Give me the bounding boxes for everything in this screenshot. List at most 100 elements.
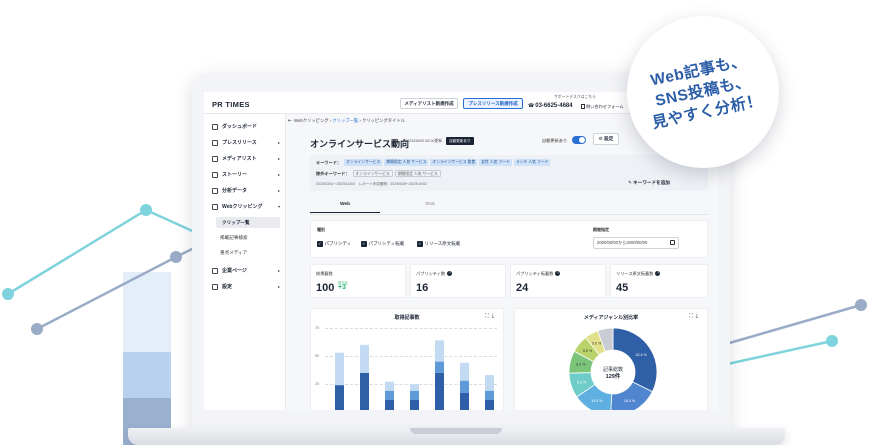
sidebar-item-press-release[interactable]: プレスリリース ▸ bbox=[212, 138, 280, 147]
sidebar-item-settings[interactable]: 設定 ▸ bbox=[212, 282, 280, 291]
add-keyword-button[interactable]: ✎ キーワードを追加 bbox=[628, 180, 670, 186]
pie-slice-label: 18.5 % bbox=[624, 399, 636, 403]
stat-label: パブリシティ転載数 bbox=[516, 271, 554, 276]
sidebar-item-analytics[interactable]: 分析データ ▸ bbox=[212, 186, 280, 195]
sidebar-item-media-list[interactable]: メディアリスト ▸ bbox=[212, 154, 280, 163]
sidebar-item-label: 設定 bbox=[222, 284, 233, 290]
create-media-list-button[interactable]: メディアリスト新規作成 bbox=[400, 98, 458, 109]
filter-panel: 種別 ✓ パブリシティ ✓ パブリシティ転載 ✓ リリース原文転載 期間指定 2000… bbox=[310, 220, 708, 258]
pie-slice bbox=[612, 327, 658, 393]
keyword-tag[interactable]: 女性 人気 フード bbox=[479, 159, 512, 166]
stat-value: 45 bbox=[616, 282, 629, 294]
stat-label: 総掲載数 bbox=[316, 271, 333, 276]
breadcrumb-clip-list[interactable]: クリップ一覧 bbox=[332, 118, 358, 123]
support-phone[interactable]: ☎03-6625-4684 bbox=[528, 103, 573, 109]
keyword-tag[interactable]: 期間限定 人気 サービス bbox=[384, 159, 429, 166]
sidebar-item-label: ダッシュボード bbox=[222, 124, 258, 130]
tab-web[interactable]: Web bbox=[310, 202, 380, 213]
gear-icon bbox=[212, 283, 218, 290]
type-filter-label: 種別 bbox=[317, 227, 325, 232]
stat-label-wrap: パブリシティ転載数? bbox=[516, 271, 561, 277]
sidebar-item-label: メディアリスト bbox=[222, 156, 257, 162]
sidebar: ダッシュボード プレスリリース ▸ メディアリスト ▸ ストーリー ▸ 分析データ ▸ … bbox=[204, 114, 286, 410]
media-list-icon bbox=[212, 155, 218, 162]
keyword-tag[interactable]: オンラインサービス 飲食 bbox=[430, 159, 478, 166]
pie-chart: 32.4 % 18.5 % 14.5 % 9.2 % 8.2 % 6.5 % 5.0 % 記事… bbox=[568, 327, 658, 410]
breadcrumb-web-clipping[interactable]: Webクリッピング bbox=[294, 118, 329, 123]
sidebar-item-label: Webクリッピング bbox=[222, 204, 263, 210]
contact-form-link[interactable]: 問い合わせフォーム bbox=[581, 104, 624, 110]
pie-slice-label: 6.5 % bbox=[583, 349, 593, 353]
building-icon bbox=[212, 267, 218, 274]
chevron-right-icon: ▸ bbox=[277, 140, 280, 145]
bar-segment bbox=[485, 399, 494, 410]
period-filter-label: 期間指定 bbox=[593, 227, 609, 232]
pie-slice-label: 5.0 % bbox=[592, 342, 602, 346]
sidebar-item-web-clipping[interactable]: Webクリッピング ▾ bbox=[212, 202, 280, 211]
chevron-down-icon: ▾ bbox=[277, 204, 280, 209]
sidebar-collapse-icon[interactable]: ⇤ bbox=[288, 118, 292, 124]
sidebar-item-company-page[interactable]: 企業ページ ▸ bbox=[212, 266, 280, 275]
exclude-keyword-tag[interactable]: 期間限定 人気 サービス bbox=[394, 170, 441, 177]
calendar-icon[interactable] bbox=[670, 240, 675, 245]
dashboard-icon bbox=[212, 123, 218, 130]
bar-segment bbox=[410, 390, 419, 400]
keyword-tag[interactable]: ランチ 人気 フード bbox=[513, 159, 551, 166]
stat-release-original: リリース原文転載数? 45 bbox=[610, 264, 708, 298]
bar-segment bbox=[435, 361, 444, 373]
stat-publicity: パブリシティ数? 16 bbox=[410, 264, 506, 298]
bar-segment bbox=[460, 362, 469, 381]
create-press-release-button[interactable]: プレスリリース新規作成 bbox=[463, 98, 523, 109]
bar-segment bbox=[485, 390, 494, 400]
keyword-row: キーワード： オンラインサービス 期間限定 人気 サービス オンラインサービス … bbox=[316, 159, 552, 166]
checkbox-release-original[interactable]: ✓ リリース原文転載 bbox=[417, 241, 460, 247]
bar-segment bbox=[410, 399, 419, 410]
chevron-right-icon: ▸ bbox=[277, 188, 280, 193]
exclude-keyword-row: 除外キーワード： オンラインサービス 期間限定 人気 サービス bbox=[316, 170, 443, 177]
help-icon[interactable]: ? bbox=[555, 271, 561, 277]
bar-segment bbox=[335, 385, 344, 410]
exclude-keyword-label: 除外キーワード： bbox=[316, 170, 350, 176]
app-screen: PR TIMES メディアリスト新規作成 プレスリリース新規作成 サポートデスク… bbox=[204, 92, 718, 410]
stat-delta: +3 bbox=[338, 284, 346, 291]
chevron-right-icon: ▸ bbox=[277, 156, 280, 161]
check-icon: ✓ bbox=[361, 241, 367, 247]
checkbox-label: リリース原文転載 bbox=[424, 241, 461, 246]
checkbox-publicity[interactable]: ✓ パブリシティ bbox=[317, 241, 351, 247]
bar-segment bbox=[385, 381, 394, 391]
checkbox-publicity-repost[interactable]: ✓ パブリシティ転載 bbox=[361, 241, 404, 247]
support-phone-number: 03-6625-4684 bbox=[535, 103, 573, 109]
pie-slice-label: 32.4 % bbox=[635, 353, 647, 357]
sidebar-item-story[interactable]: ストーリー ▸ bbox=[212, 170, 280, 179]
sidebar-sub-clip-list[interactable]: クリップ一覧 bbox=[216, 217, 280, 228]
pencil-icon[interactable]: ✎ bbox=[394, 138, 400, 146]
promo-text: Web記事も、 SNS投稿も、 見やすく分析！ bbox=[622, 45, 784, 138]
bar-segment bbox=[410, 384, 419, 391]
bar-segment bbox=[385, 390, 394, 400]
chevron-right-icon: ▸ bbox=[277, 284, 280, 289]
tab-sns[interactable]: SNS bbox=[400, 202, 460, 207]
bar-segment bbox=[485, 375, 494, 391]
check-icon: ✓ bbox=[317, 241, 323, 247]
stat-publicity-repost: パブリシティ転載数? 24 bbox=[510, 264, 606, 298]
sidebar-item-dashboard[interactable]: ダッシュボード bbox=[212, 122, 280, 131]
pie-slice-label: 8.2 % bbox=[576, 363, 586, 367]
pie-center-label: 記事総数 bbox=[603, 366, 623, 373]
period-input[interactable]: 2000/00/00から2000/00/00 bbox=[593, 237, 679, 249]
bar-segment bbox=[385, 399, 394, 410]
bar-chart bbox=[335, 340, 494, 410]
bar-segment bbox=[460, 380, 469, 393]
keyword-tag[interactable]: オンラインサービス bbox=[344, 159, 383, 166]
sidebar-sub-focus-media[interactable]: 重点メディア bbox=[220, 250, 247, 256]
sidebar-sub-article-search[interactable]: 掲載記事検索 bbox=[220, 235, 248, 241]
chevron-right-icon: ▸ bbox=[277, 172, 280, 177]
tab-bar: Web SNS bbox=[310, 197, 708, 215]
help-icon[interactable]: ? bbox=[447, 271, 453, 277]
exclude-keyword-tag[interactable]: オンラインサービス bbox=[352, 170, 393, 177]
logo[interactable]: PR TIMES bbox=[212, 100, 250, 109]
auto-update-toggle[interactable] bbox=[572, 136, 586, 144]
stat-label-wrap: リリース原文転載数? bbox=[616, 271, 661, 277]
settings-button[interactable]: ⚙ 設定 bbox=[593, 133, 619, 145]
bar-segment bbox=[335, 352, 344, 386]
help-icon[interactable]: ? bbox=[655, 271, 661, 277]
